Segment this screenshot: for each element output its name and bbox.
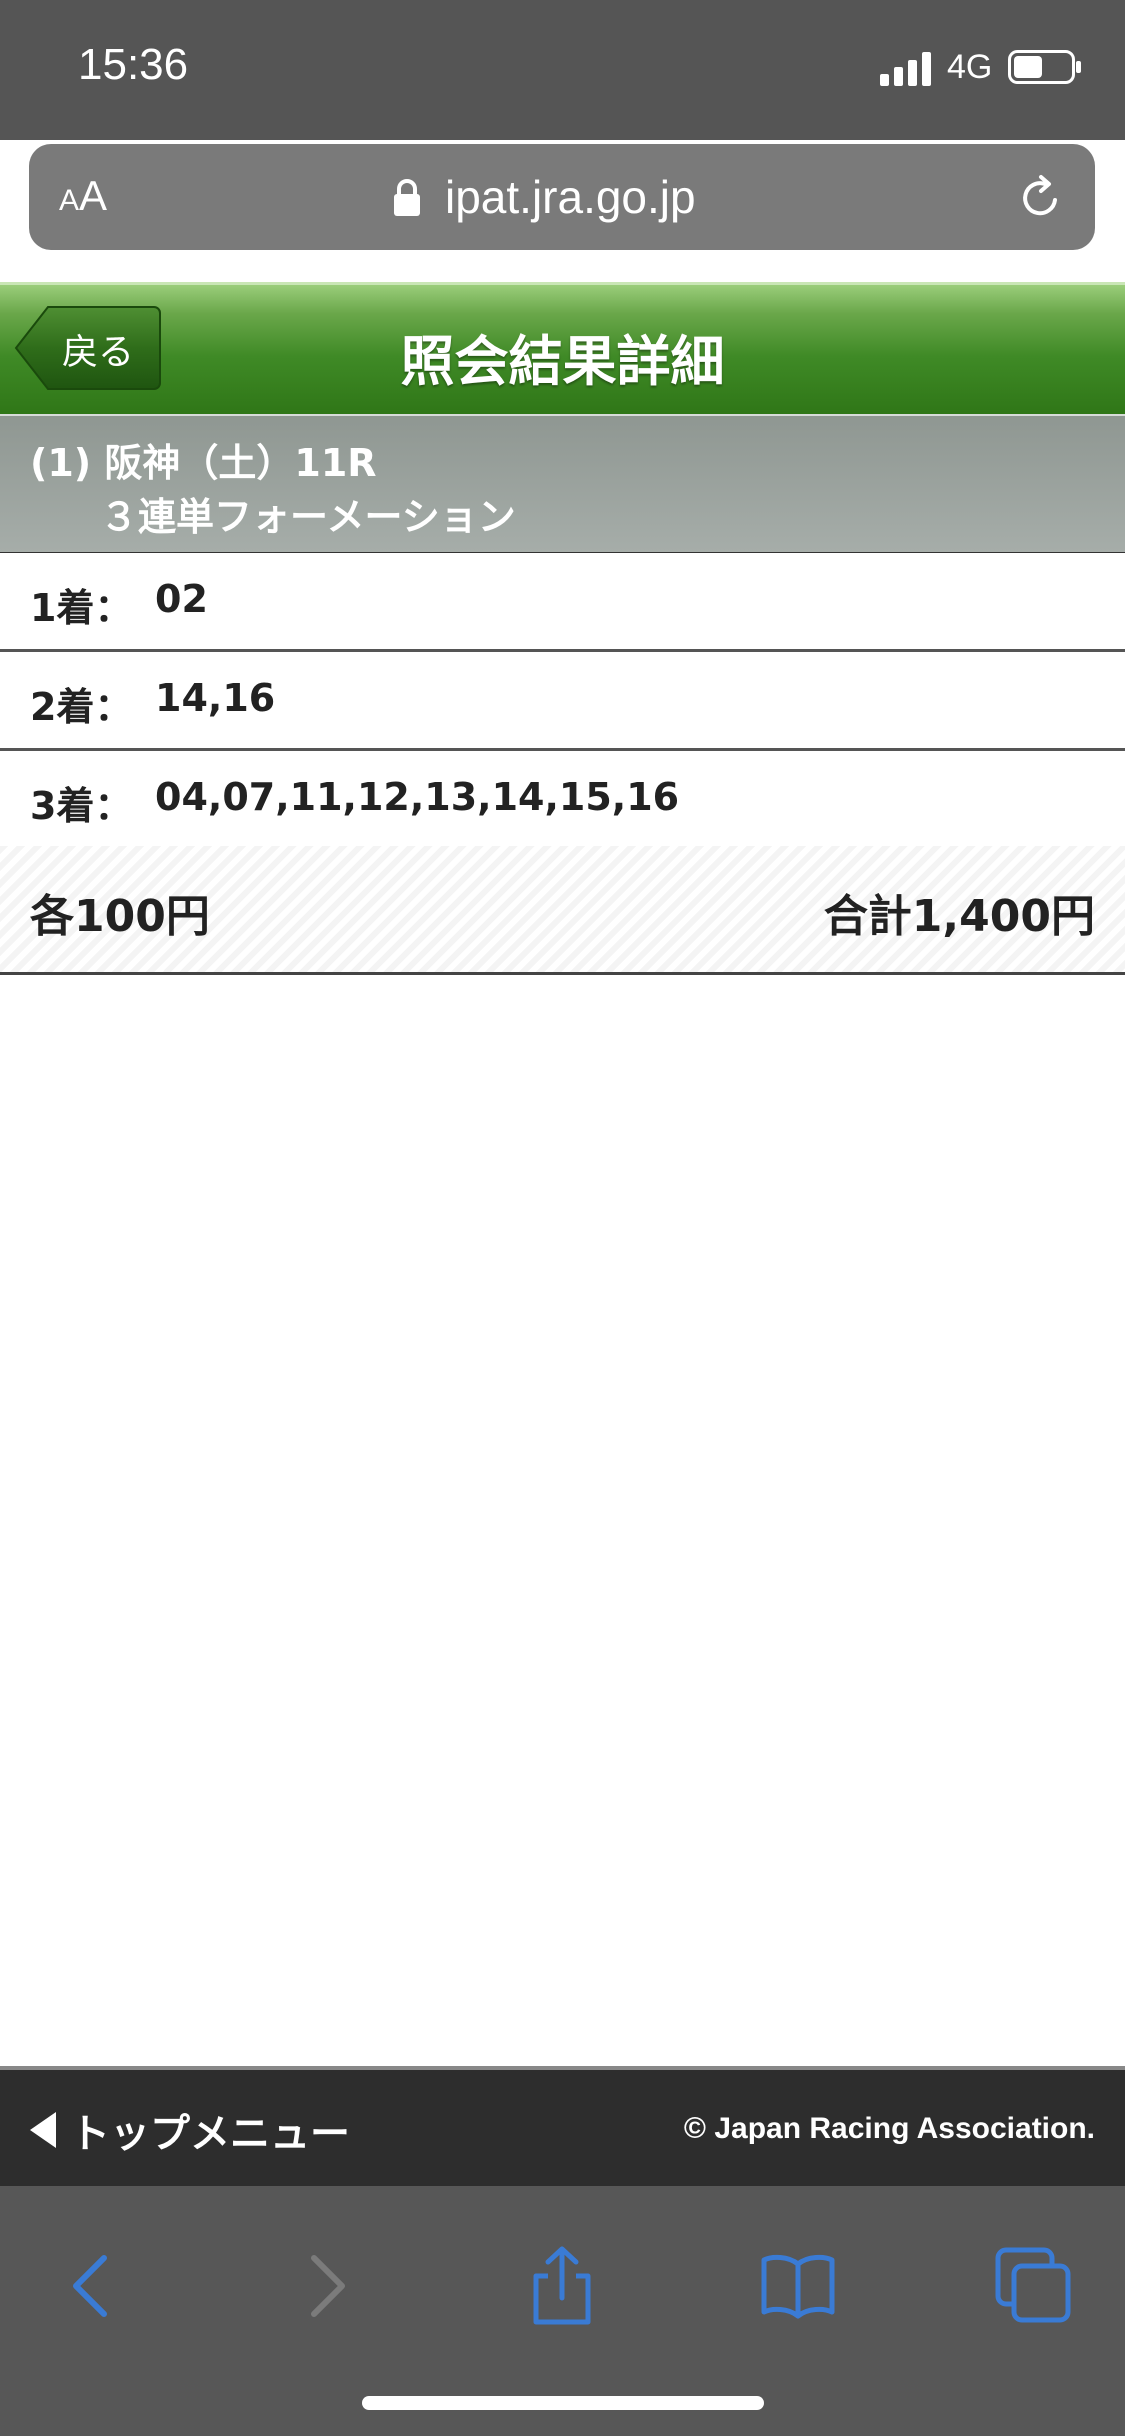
back-arrow-icon[interactable] bbox=[52, 2246, 132, 2326]
signal-icon bbox=[880, 52, 931, 86]
share-icon[interactable] bbox=[522, 2246, 602, 2326]
url-text[interactable]: ipat.jra.go.jp bbox=[445, 170, 696, 224]
result-row-second: 2着： 14,16 bbox=[0, 652, 1125, 751]
page-header: 戻る 照会結果詳細 bbox=[0, 282, 1125, 415]
row-label: 1着： bbox=[30, 586, 133, 630]
forward-arrow-icon[interactable] bbox=[286, 2246, 366, 2326]
triangle-left-icon bbox=[30, 2112, 56, 2148]
battery-icon bbox=[1008, 50, 1081, 84]
text-size-large-glyph: A bbox=[79, 172, 108, 219]
status-time: 15:36 bbox=[78, 40, 189, 89]
total-amount: 合計1,400円 bbox=[823, 891, 1095, 942]
row-value: 04,07,11,12,13,14,15,16 bbox=[155, 775, 680, 819]
race-name: (1) 阪神（土）11R bbox=[30, 441, 377, 485]
race-info: (1) 阪神（土）11R ３連単フォーメーション bbox=[0, 414, 1125, 555]
lock-icon bbox=[394, 179, 420, 216]
top-menu-link[interactable]: トップメニュー bbox=[28, 2104, 350, 2157]
page-title: 照会結果詳細 bbox=[400, 330, 725, 393]
row-label: 3着： bbox=[30, 784, 133, 828]
reload-icon[interactable] bbox=[1017, 174, 1065, 222]
footer-bar: トップメニュー © Japan Racing Association. bbox=[0, 2066, 1125, 2190]
copyright: © Japan Racing Association. bbox=[683, 2112, 1095, 2145]
result-row-first: 1着： 02 bbox=[0, 553, 1125, 652]
top-menu-label: トップメニュー bbox=[70, 2111, 350, 2157]
row-value: 14,16 bbox=[155, 676, 276, 720]
row-value: 02 bbox=[155, 577, 208, 621]
amount-summary: 各100円 合計1,400円 bbox=[0, 846, 1125, 975]
text-size-button[interactable]: AA bbox=[59, 172, 107, 220]
network-type: 4G bbox=[947, 48, 993, 86]
bookmarks-icon[interactable] bbox=[758, 2246, 838, 2326]
text-size-small-glyph: A bbox=[59, 184, 80, 217]
result-row-third: 3着： 04,07,11,12,13,14,15,16 bbox=[0, 751, 1125, 850]
address-bar[interactable]: AA ipat.jra.go.jp bbox=[29, 144, 1095, 250]
status-bar: 15:36 4G bbox=[0, 0, 1125, 140]
row-label: 2着： bbox=[30, 685, 133, 729]
tabs-icon[interactable] bbox=[994, 2246, 1074, 2326]
home-indicator bbox=[362, 2396, 764, 2410]
unit-price: 各100円 bbox=[30, 891, 210, 942]
bet-type: ３連単フォーメーション bbox=[100, 495, 516, 539]
